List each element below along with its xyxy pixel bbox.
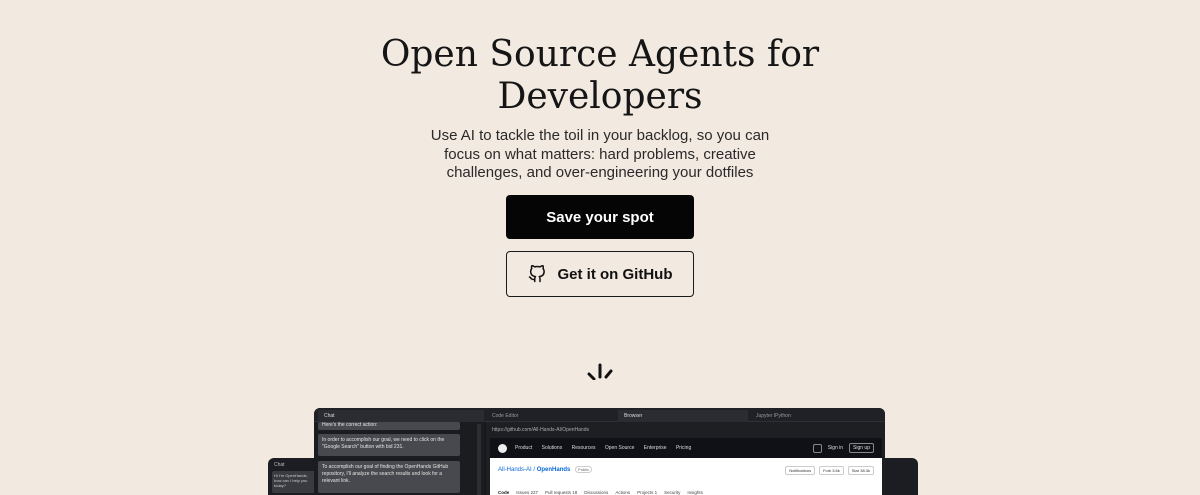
gh-signin-link[interactable]: Sign in — [828, 445, 843, 451]
hero-subtitle-line: challenges, and over-engineering your do… — [446, 164, 754, 181]
sparkle-logo-icon — [587, 363, 613, 380]
chat-scrollbar[interactable] — [477, 424, 481, 495]
hero-title: Open Source Agents for Developers — [0, 34, 1200, 118]
chat-pane: Here's the correct action: In order to a… — [314, 422, 484, 495]
github-repo-page: All-Hands-AI / OpenHands Public Notifica… — [490, 458, 882, 495]
gh-nav-item[interactable]: Resources — [572, 445, 596, 451]
hero-subtitle-line: focus on what matters: hard problems, cr… — [444, 145, 756, 163]
tab-browser[interactable]: Browser — [618, 410, 748, 422]
mockup-tab-bar: Chat Code Editor Browser Jupyter IPython — [314, 408, 885, 422]
github-header: Product Solutions Resources Open Source … — [490, 438, 882, 458]
hero-subtitle-line: Use AI to tackle the toil in your backlo… — [430, 127, 770, 144]
hero-title-line: Developers — [497, 76, 703, 117]
notifications-button[interactable]: Notifications — [785, 466, 816, 475]
chat-message: To accomplish our goal of finding the Op… — [318, 461, 460, 493]
save-your-spot-label: Save your spot — [546, 208, 654, 226]
hero-title-line: Open Source Agents for — [380, 34, 820, 75]
star-button[interactable]: Star 38.3k — [847, 466, 874, 475]
repo-tab-insights[interactable]: Insights — [687, 490, 703, 495]
gh-nav-item[interactable]: Solutions — [542, 445, 563, 451]
repo-tab-actions[interactable]: Actions — [615, 490, 630, 495]
repo-actions: Notifications Fork 3.6k Star 38.3k — [785, 466, 874, 475]
gh-nav-item[interactable]: Open Source — [605, 445, 634, 451]
device-mockup-front: Chat Code Editor Browser Jupyter IPython… — [314, 408, 885, 495]
repo-tab-code[interactable]: Code — [498, 490, 509, 495]
url-bar[interactable]: https://github.com/All-Hands-AI/OpenHand… — [488, 425, 880, 436]
chat-message: In order to accomplish our goal, we need… — [318, 434, 460, 456]
gh-nav-item[interactable]: Enterprise — [644, 445, 667, 451]
search-icon[interactable] — [812, 443, 822, 453]
repo-visibility-badge: Public — [575, 466, 592, 473]
gh-nav-item[interactable]: Pricing — [676, 445, 691, 451]
hero-subtitle: Use AI to tackle the toil in your backlo… — [0, 127, 1200, 183]
github-icon — [528, 265, 545, 283]
browser-pane: https://github.com/All-Hands-AI/OpenHand… — [486, 422, 885, 495]
repo-owner[interactable]: All-Hands-AI — [498, 467, 532, 473]
github-logo-icon[interactable] — [498, 443, 507, 453]
repo-tab-security[interactable]: Security — [664, 490, 680, 495]
save-your-spot-button[interactable]: Save your spot — [506, 195, 694, 239]
tab-jupyter[interactable]: Jupyter IPython — [750, 410, 880, 422]
github-button-label: Get it on GitHub — [557, 265, 673, 283]
repo-tab-discussions[interactable]: Discussions — [584, 490, 608, 495]
repo-name[interactable]: OpenHands — [537, 467, 571, 473]
gh-nav-item[interactable]: Product — [515, 445, 532, 451]
repo-tab-issues[interactable]: Issues 227 — [516, 490, 538, 495]
back-chat-message: Hi I'm OpenHands, how can I help you tod… — [272, 471, 316, 493]
gh-signup-button[interactable]: Sign up — [849, 443, 874, 453]
repo-title: All-Hands-AI / OpenHands Public — [498, 466, 592, 473]
repo-tab-projects[interactable]: Projects 1 — [637, 490, 657, 495]
tab-chat[interactable]: Chat — [318, 410, 484, 422]
repo-tab-pull-requests[interactable]: Pull requests 18 — [545, 490, 577, 495]
github-button[interactable]: Get it on GitHub — [506, 251, 694, 297]
back-chat-header: Chat — [274, 462, 285, 468]
tab-code-editor[interactable]: Code Editor — [486, 410, 616, 422]
github-nav: Product Solutions Resources Open Source … — [515, 445, 699, 451]
fork-button[interactable]: Fork 3.6k — [819, 466, 844, 475]
chat-message: Here's the correct action: — [318, 422, 460, 430]
repo-tabs: Code Issues 227 Pull requests 18 Discuss… — [498, 490, 703, 495]
